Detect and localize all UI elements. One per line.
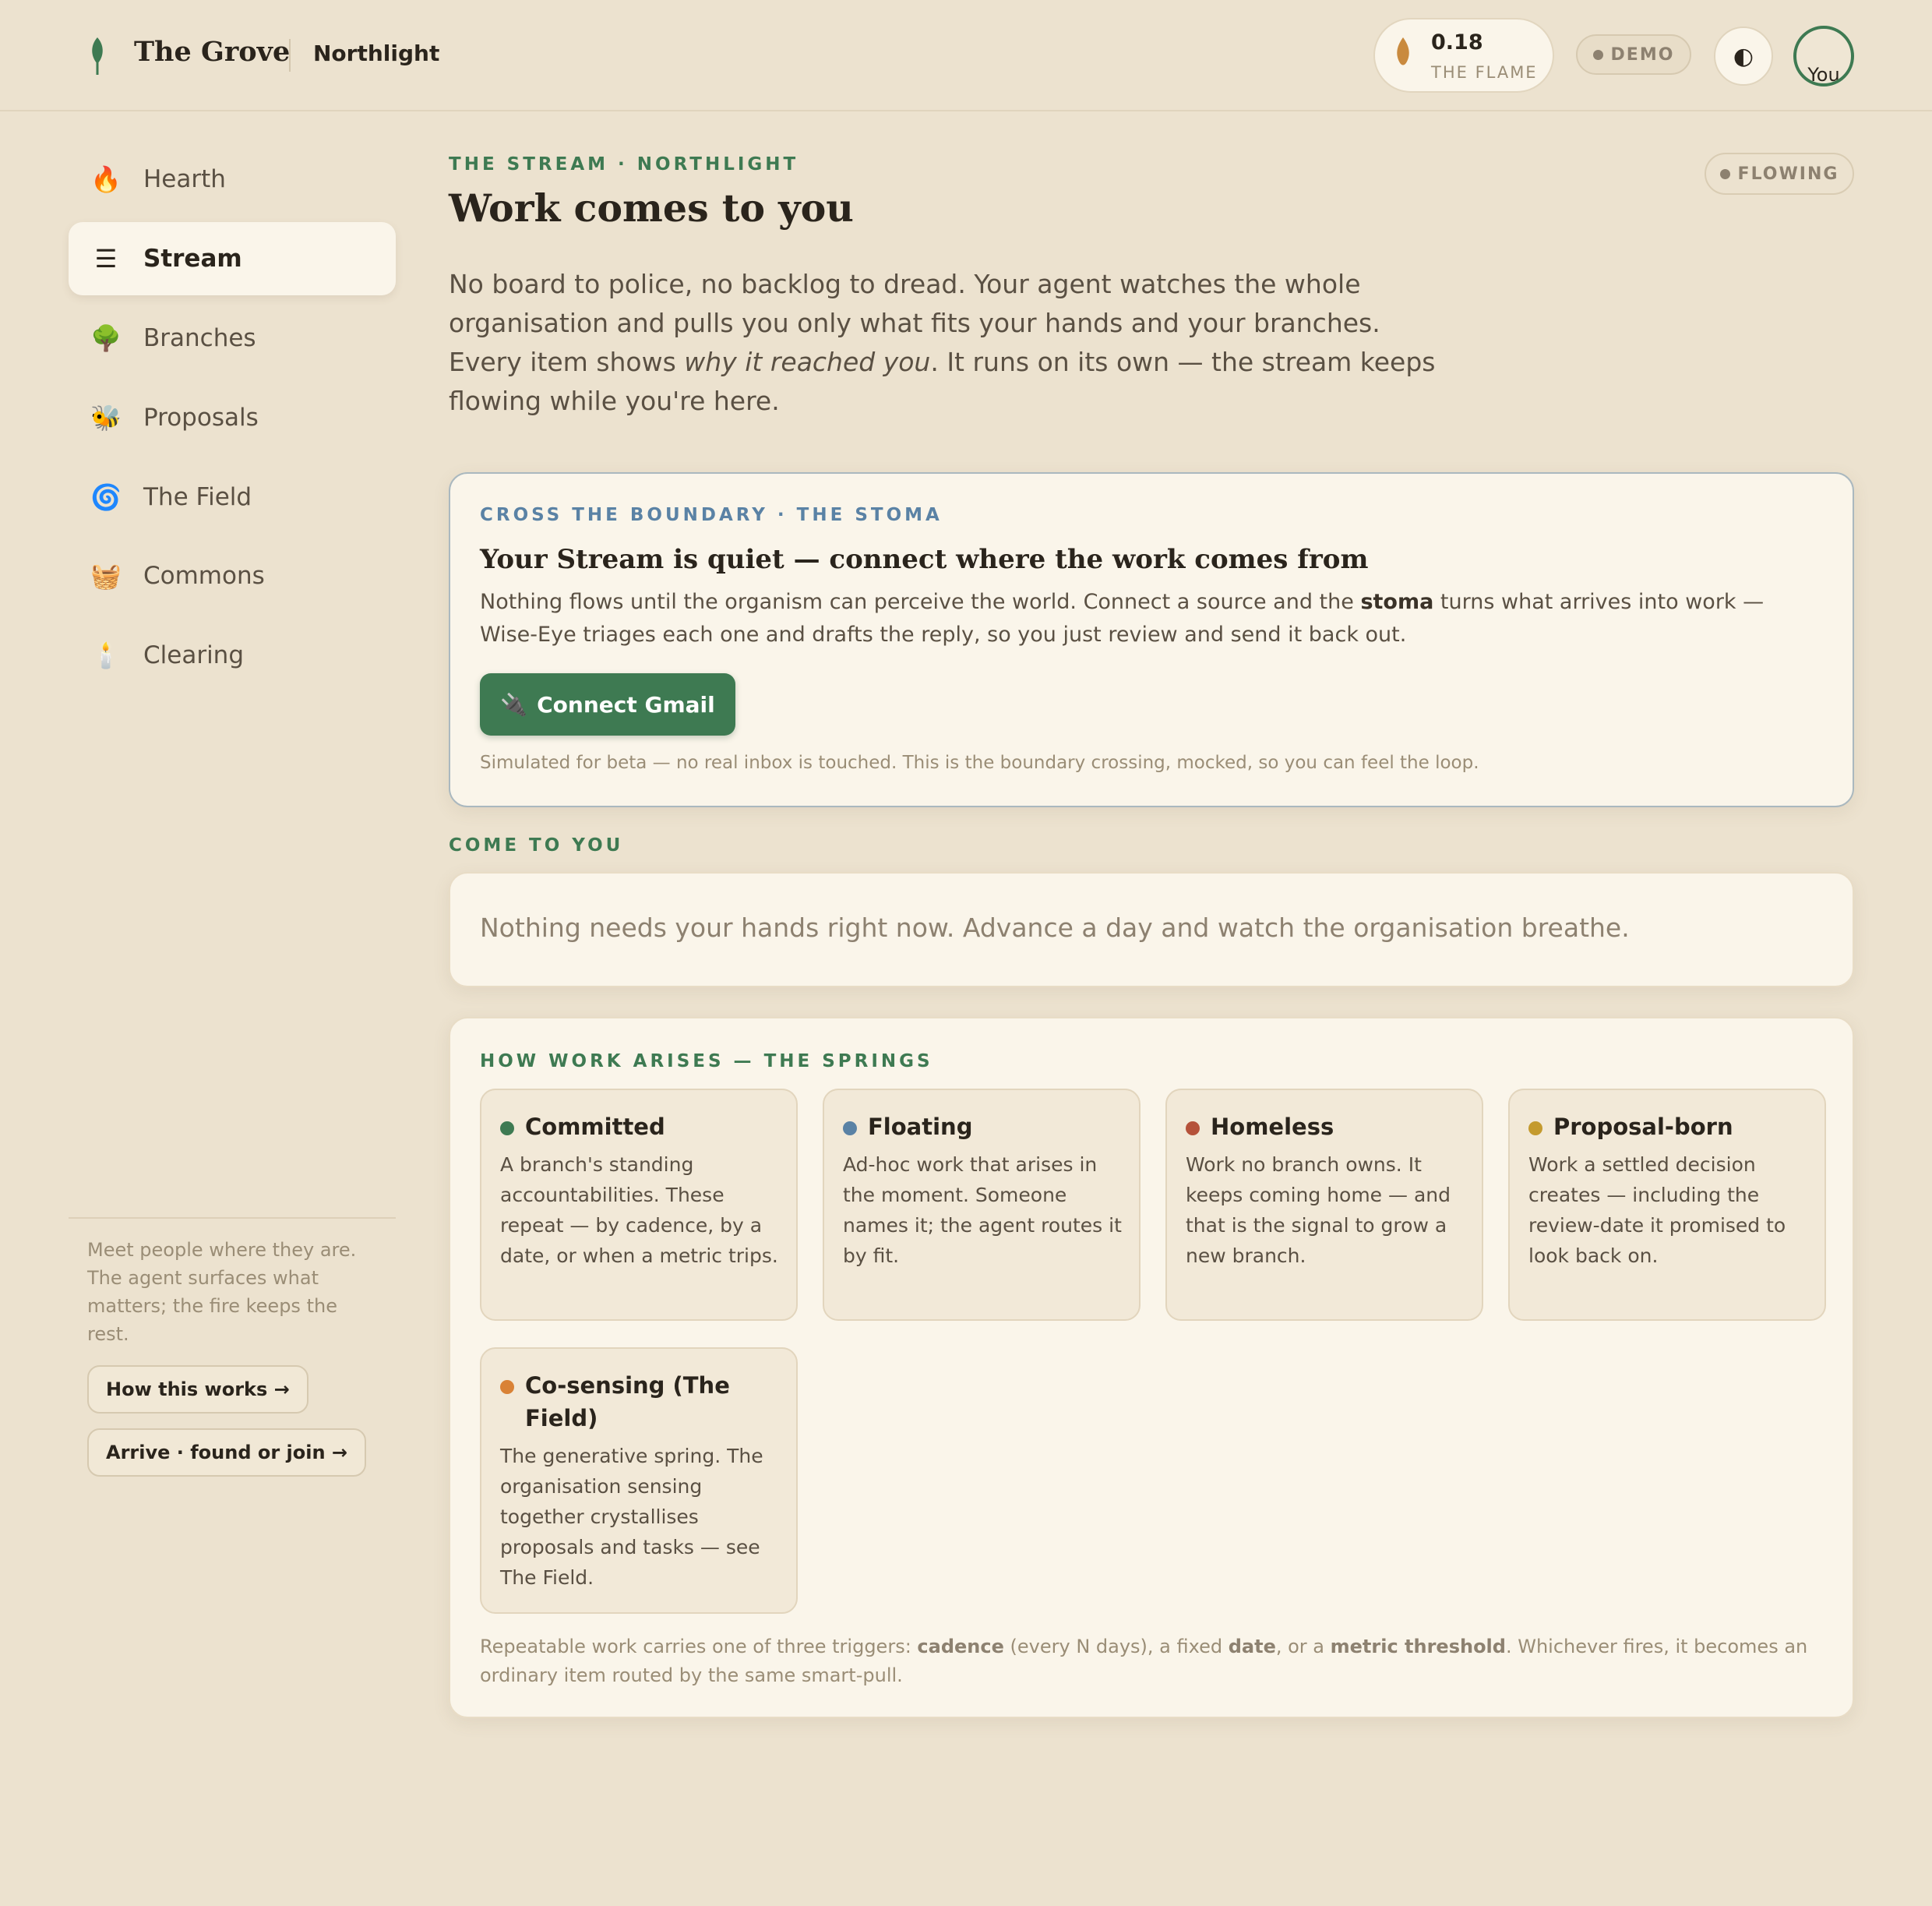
spring-card: Homeless Work no branch owns. It keeps co… xyxy=(1165,1089,1483,1321)
basket-icon: 🧺 xyxy=(90,561,122,591)
swirl-icon: 🌀 xyxy=(90,482,122,512)
spring-title: Proposal-born xyxy=(1553,1114,1733,1140)
status-dot-icon xyxy=(1719,168,1730,179)
card-body-bold: stoma xyxy=(1360,590,1434,614)
sidebar-item-stream[interactable]: ☰ Stream xyxy=(69,222,396,295)
page-eyebrow: THE STREAM · NORTHLIGHT xyxy=(449,154,799,175)
bee-icon: 🐝 xyxy=(90,403,122,432)
footnote-text: (every N days), a fixed xyxy=(1003,1636,1229,1657)
card-body: Nothing flows until the organism can per… xyxy=(480,586,1820,651)
brand-divider xyxy=(289,39,291,72)
card-note: Simulated for beta — no real inbox is to… xyxy=(480,753,1479,773)
footnote-text: , or a xyxy=(1275,1636,1331,1657)
spring-dot-icon xyxy=(1186,1121,1200,1135)
spring-title: Co-sensing (The Field) xyxy=(525,1372,730,1431)
connect-gmail-label: Connect Gmail xyxy=(537,691,715,718)
sidebar-item-label: Branches xyxy=(143,324,256,352)
spring-dot-icon xyxy=(843,1121,857,1135)
connect-gmail-button[interactable]: 🔌 Connect Gmail xyxy=(480,673,735,736)
sidebar-item-branches[interactable]: 🌳 Branches xyxy=(69,302,396,375)
footnote-text: Repeatable work carries one of three tri… xyxy=(480,1636,918,1657)
demo-badge: DEMO xyxy=(1576,34,1691,75)
spring-description: Work no branch owns. It keeps coming hom… xyxy=(1186,1153,1451,1267)
tree-icon: 🌳 xyxy=(90,323,122,353)
page-title: Work comes to you xyxy=(449,185,854,231)
spring-card: Floating Ad-hoc work that arises in the m… xyxy=(823,1089,1141,1321)
contrast-icon: ◐ xyxy=(1733,42,1754,70)
page-intro: No board to police, no backlog to dread.… xyxy=(449,265,1454,421)
card-body-text: Nothing flows until the organism can per… xyxy=(480,590,1361,614)
card-title: Your Stream is quiet — connect where the… xyxy=(480,544,1369,575)
avatar[interactable]: You xyxy=(1793,26,1854,86)
spring-dot-icon xyxy=(1528,1121,1542,1135)
candle-icon: 🕯️ xyxy=(90,641,122,670)
sidebar-item-commons[interactable]: 🧺 Commons xyxy=(69,539,396,612)
springs-footnote: Repeatable work carries one of three tri… xyxy=(480,1632,1835,1690)
sidebar-item-label: Stream xyxy=(143,245,242,273)
org-name[interactable]: Northlight xyxy=(313,41,439,66)
empty-state-text: Nothing needs your hands right now. Adva… xyxy=(480,912,1630,943)
footnote-bold: metric threshold xyxy=(1330,1636,1506,1657)
arrive-button[interactable]: Arrive · found or join → xyxy=(87,1428,367,1477)
connect-source-card: CROSS THE BOUNDARY · THE STOMA Your Stre… xyxy=(449,472,1854,807)
sidebar-item-the-field[interactable]: 🌀 The Field xyxy=(69,461,396,534)
spring-description: Ad-hoc work that arises in the moment. S… xyxy=(843,1153,1122,1267)
top-bar: The Grove Northlight 0.18 THE FLAME DEMO… xyxy=(0,0,1932,111)
springs-card: HOW WORK ARISES — THE SPRINGS Committed A… xyxy=(449,1017,1854,1718)
spring-dot-icon xyxy=(500,1380,514,1394)
intro-emphasis: why it reached you xyxy=(684,347,931,377)
sidebar-item-hearth[interactable]: 🔥 Hearth xyxy=(69,143,396,216)
flame-label: THE FLAME xyxy=(1431,63,1538,82)
sidebar-item-proposals[interactable]: 🐝 Proposals xyxy=(69,381,396,454)
brand-name[interactable]: The Grove xyxy=(134,36,290,68)
sidebar-item-label: The Field xyxy=(143,483,252,511)
sidebar-note: Meet people where they are. The agent su… xyxy=(87,1239,357,1345)
theme-toggle-button[interactable]: ◐ xyxy=(1714,26,1773,86)
leaf-icon xyxy=(92,37,103,75)
spring-card: Proposal-born Work a settled decision cre… xyxy=(1508,1089,1826,1321)
sidebar-item-label: Clearing xyxy=(143,641,245,669)
spring-description: The generative spring. The organisation … xyxy=(500,1445,763,1589)
spring-title: Homeless xyxy=(1211,1114,1334,1140)
springs-heading: HOW WORK ARISES — THE SPRINGS xyxy=(480,1051,933,1071)
status-badge: FLOWING xyxy=(1705,153,1854,195)
footnote-bold: date xyxy=(1228,1636,1276,1657)
spring-dot-icon xyxy=(500,1121,514,1135)
spring-description: A branch's standing accountabilities. Th… xyxy=(500,1153,778,1267)
footnote-bold: cadence xyxy=(917,1636,1004,1657)
empty-state-card: Nothing needs your hands right now. Adva… xyxy=(449,872,1854,987)
spring-card: Co-sensing (The Field) The generative spr… xyxy=(480,1347,798,1614)
demo-label: DEMO xyxy=(1610,44,1675,65)
status-label: FLOWING xyxy=(1737,164,1839,184)
sidebar-item-label: Commons xyxy=(143,562,265,590)
spring-description: Work a settled decision creates — includ… xyxy=(1528,1153,1786,1267)
sidebar-item-clearing[interactable]: 🕯️ Clearing xyxy=(69,619,396,692)
card-eyebrow: CROSS THE BOUNDARY · THE STOMA xyxy=(480,505,943,525)
sidebar-item-label: Proposals xyxy=(143,404,259,432)
menu-icon: ☰ xyxy=(94,244,118,274)
section-heading: COME TO YOU xyxy=(449,835,624,856)
flame-indicator[interactable]: 0.18 THE FLAME xyxy=(1373,18,1554,93)
flame-icon xyxy=(1397,37,1409,65)
fire-icon: 🔥 xyxy=(90,164,122,194)
spring-title: Floating xyxy=(868,1114,973,1140)
plug-icon: 🔌 xyxy=(500,691,528,718)
status-dot-icon xyxy=(1592,49,1603,60)
sidebar-divider xyxy=(69,1217,396,1219)
flame-value: 0.18 xyxy=(1431,30,1483,55)
spring-title: Committed xyxy=(525,1114,665,1140)
sidebar-item-label: Hearth xyxy=(143,165,226,193)
avatar-alt-text: You xyxy=(1807,64,1840,86)
how-this-works-button[interactable]: How this works → xyxy=(87,1365,308,1414)
spring-card: Committed A branch's standing accountabil… xyxy=(480,1089,798,1321)
